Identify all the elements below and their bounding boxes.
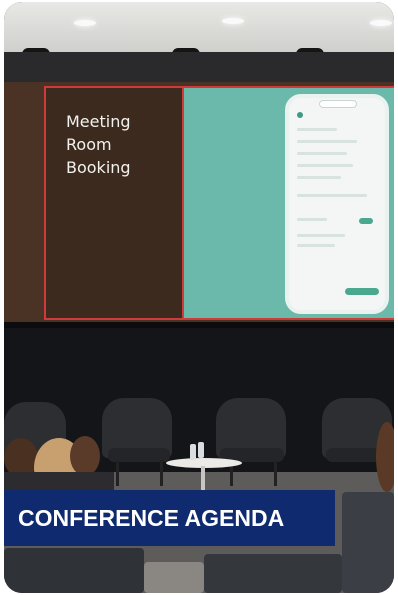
table-stem — [201, 466, 205, 492]
phone-confirm-button — [345, 288, 379, 295]
phone-mockup — [285, 94, 389, 314]
conference-agenda-banner[interactable]: CONFERENCE AGENDA — [4, 490, 335, 546]
phone-notch — [319, 100, 357, 108]
glass-jar — [198, 442, 204, 458]
phone-text-line — [297, 234, 345, 237]
banner-label: CONFERENCE AGENDA — [18, 504, 285, 531]
ceiling-light — [222, 18, 244, 24]
ceiling — [4, 2, 394, 52]
seat-row — [4, 548, 144, 593]
audience-head — [376, 422, 394, 492]
ceiling-light — [74, 20, 96, 26]
ceiling-light — [370, 20, 392, 26]
floor-patch — [144, 562, 204, 593]
phone-text-line — [297, 218, 327, 221]
seat-row — [204, 554, 342, 593]
phone-text-line — [297, 194, 367, 197]
phone-text-line — [297, 152, 347, 155]
wall-top — [4, 52, 394, 82]
chair-leg — [160, 460, 163, 486]
glass-jar — [190, 444, 196, 460]
phone-text-line — [297, 244, 335, 247]
phone-text-line — [297, 164, 353, 167]
seat-back — [342, 492, 394, 593]
slide-title: Meeting Room Booking — [66, 112, 131, 177]
phone-text-line — [297, 176, 341, 179]
phone-toggle — [359, 218, 373, 224]
chair-leg — [116, 460, 119, 486]
app-logo-icon — [297, 112, 303, 118]
phone-text-line — [297, 128, 337, 131]
audience-head — [70, 436, 100, 476]
chair-leg — [274, 460, 277, 486]
phone-text-line — [297, 140, 357, 143]
